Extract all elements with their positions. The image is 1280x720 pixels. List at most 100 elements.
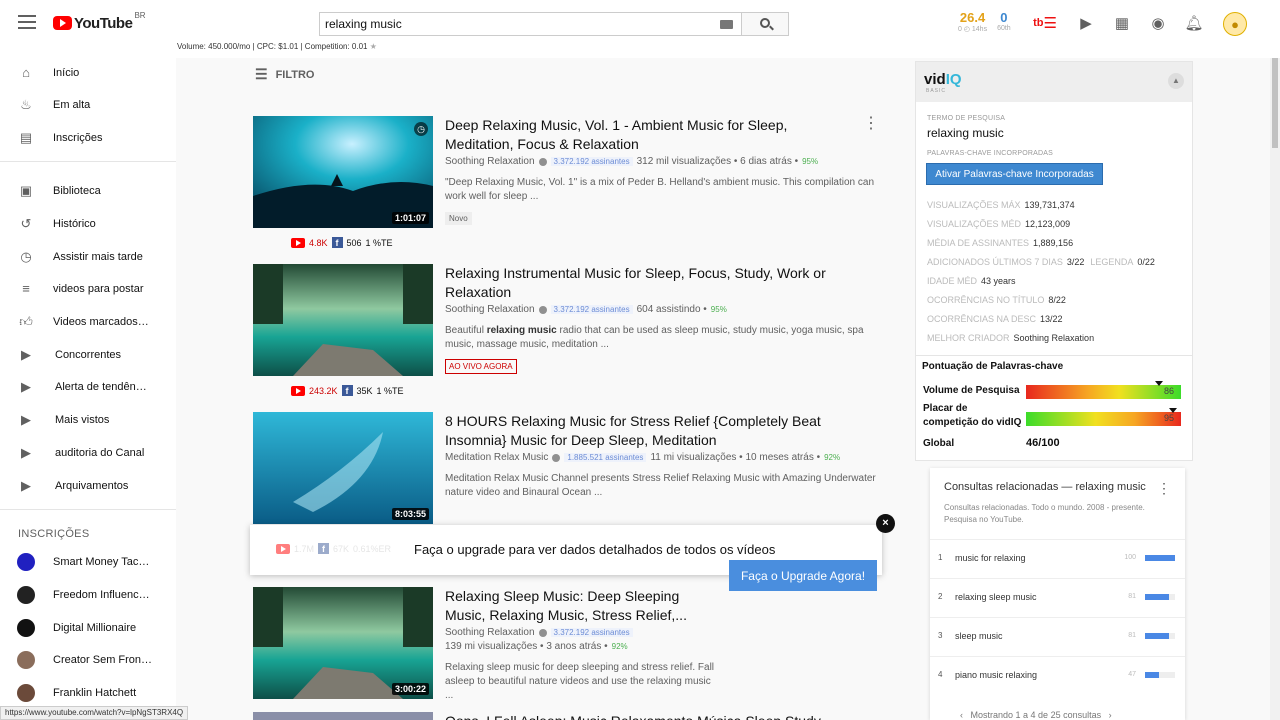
sidebar-item-playlist[interactable]: ▶ Mais vistos — [0, 405, 176, 435]
apps-grid-icon[interactable]: ▦ — [1112, 14, 1132, 32]
keyword-score-title: Pontuação de Palavras-chave — [922, 361, 1064, 372]
close-icon[interactable]: × — [876, 514, 895, 533]
stat-row: OCORRÊNCIAS NO TÍTULO 8/22 — [927, 295, 1066, 305]
subscription-channel[interactable]: Franklin Hatchett — [0, 678, 176, 708]
playlist-play-icon: ▶ — [21, 412, 31, 427]
search-button[interactable] — [741, 12, 789, 36]
sidebar-item-playlist[interactable]: ▶ Concorrentes — [0, 340, 176, 370]
video-thumbnail[interactable] — [253, 712, 433, 720]
live-badge: AO VIVO AGORA — [445, 359, 517, 374]
scrollbar-thumb[interactable] — [1272, 58, 1278, 148]
score-primary[interactable]: 26.4 0 ◴ 14hs — [958, 10, 987, 33]
facebook-icon: f — [341, 385, 353, 396]
video-title[interactable]: Oops, I Fell Asleep: Music Relaxamento M… — [445, 712, 845, 720]
playlist-play-icon: ▶ — [21, 478, 31, 493]
stat-row: VISUALIZAÇÕES MÉD 12,123,009 — [927, 219, 1070, 229]
youtube-likes: 4.8K — [309, 237, 328, 248]
sidebar-item-history[interactable]: ↺ Histórico — [0, 209, 176, 239]
page-scrollbar[interactable] — [1270, 58, 1280, 720]
score-secondary[interactable]: 0 60th — [997, 10, 1011, 33]
new-badge: Novo — [445, 212, 472, 225]
video-duration: 1:01:07 — [391, 212, 429, 224]
stat-value: 43 years — [981, 276, 1016, 286]
filter-button[interactable]: ☰ FILTRO — [255, 66, 314, 83]
video-description: Relaxing sleep music for deep sleeping a… — [445, 662, 715, 701]
related-query-row[interactable]: 2 relaxing sleep music 81 — [930, 578, 1185, 617]
query-bar — [1145, 633, 1175, 639]
query-text: music for relaxing — [955, 553, 1026, 563]
prev-page-icon[interactable]: ‹ — [960, 710, 963, 720]
like-ratio: 92% — [611, 642, 628, 651]
more-options-icon[interactable]: ⋮ — [1157, 480, 1171, 497]
sidebar-item-home[interactable]: ⌂ Início — [0, 58, 176, 88]
video-duration: 3:00:22 — [391, 683, 429, 695]
messages-icon[interactable]: ◉ — [1148, 14, 1168, 32]
views-age: 139 mi visualizações • 3 anos atrás • — [445, 641, 608, 652]
sidebar-item-library[interactable]: ▣ Biblioteca — [0, 176, 176, 206]
sidebar-item-playlist[interactable]: ▶ auditoria do Canal — [0, 438, 176, 468]
subscriptions-header: INSCRIÇÕES — [18, 528, 90, 540]
sidebar-item-playlist[interactable]: ▶ Alerta de tendên… — [0, 372, 176, 402]
keyword-stats-text: Volume: 450.000/mo | CPC: $1.01 | Compet… — [177, 42, 368, 51]
sidebar-item-watch-later[interactable]: ◷ Assistir mais tarde — [0, 242, 176, 272]
video-meta: Soothing Relaxation 3.372.192 assinantes 3… — [445, 156, 818, 167]
related-query-row[interactable]: 3 sleep music 81 — [930, 617, 1185, 656]
channel-avatar — [17, 651, 35, 669]
video-thumbnail[interactable]: ◷ 1:01:07 — [253, 116, 433, 228]
upgrade-banner: 1.7M f 67K 0.61%ER Faça o upgrade para ver … — [250, 514, 895, 591]
channel-name[interactable]: Meditation Relax Music — [445, 452, 548, 463]
video-title[interactable]: Relaxing Sleep Music: Deep Sleeping Musi… — [445, 587, 705, 625]
keyboard-icon[interactable] — [720, 20, 733, 29]
search-term: relaxing music — [927, 126, 1004, 140]
channel-name[interactable]: Soothing Relaxation — [445, 304, 535, 315]
video-title[interactable]: 8 HOURS Relaxing Music for Stress Relief… — [445, 412, 845, 450]
playlist-play-icon: ▶ — [21, 379, 31, 394]
star-icon[interactable]: ★ — [370, 42, 377, 51]
subscription-channel[interactable]: Freedom Influenc… — [0, 580, 176, 610]
sidebar-item-liked[interactable]: 👍︎ Videos marcados… — [0, 307, 176, 337]
query-text: sleep music — [955, 631, 1003, 641]
video-thumbnail[interactable] — [253, 264, 433, 376]
sidebar-item-playlist-post[interactable]: ≡ videos para postar — [0, 274, 176, 304]
query-bar-fill — [1145, 672, 1160, 678]
related-query-row[interactable]: 4 piano music relaxing 47 — [930, 656, 1185, 695]
sidebar-item-label: Creator Sem Fron… — [53, 654, 153, 666]
stat-value: 8/22 — [1048, 295, 1066, 305]
collapse-icon[interactable]: ▲ — [1168, 73, 1184, 89]
watch-later-icon[interactable]: ◷ — [414, 122, 428, 136]
account-avatar[interactable]: ● — [1223, 12, 1247, 36]
video-result: ◷ 1:01:07 Deep Relaxing Music, Vol. 1 - … — [253, 116, 883, 256]
video-camera-icon[interactable]: ▶ — [1076, 14, 1096, 32]
video-thumbnail[interactable]: 3:00:22 — [253, 587, 433, 699]
notifications-bell-icon[interactable]: 🔔︎ — [1184, 14, 1204, 32]
sidebar-item-playlist[interactable]: ▶ Arquivamentos — [0, 471, 176, 501]
sidebar-item-trending[interactable]: ♨ Em alta — [0, 90, 176, 120]
video-thumbnail[interactable]: 8:03:55 — [253, 412, 433, 524]
stat-label: VISUALIZAÇÕES MÉD — [927, 219, 1022, 229]
logo-part: vid — [924, 71, 946, 88]
video-meta: Soothing Relaxation 3.372.192 assinantes 6… — [445, 304, 727, 315]
video-meta: 139 mi visualizações • 3 anos atrás • 92% — [445, 641, 628, 652]
upgrade-button[interactable]: Faça o Upgrade Agora! — [729, 560, 877, 591]
sidebar-item-subscriptions[interactable]: ▤ Inscrições — [0, 123, 176, 153]
channel-name[interactable]: Soothing Relaxation — [445, 627, 535, 638]
video-title[interactable]: Relaxing Instrumental Music for Sleep, F… — [445, 264, 845, 302]
search-input[interactable] — [320, 13, 700, 35]
sidebar-item-label: Freedom Influenc… — [53, 589, 150, 601]
enable-embedded-keywords-button[interactable]: Ativar Palavras-chave Incorporadas — [926, 163, 1103, 185]
menu-icon[interactable] — [18, 15, 36, 29]
stat-row: ADICIONADOS ÚLTIMOS 7 DIAS 3/22 LEGENDA 0/2… — [927, 257, 1155, 267]
related-query-row[interactable]: 1 music for relaxing 100 — [930, 539, 1185, 578]
subscription-channel[interactable]: Digital Millionaire — [0, 613, 176, 643]
next-page-icon[interactable]: › — [1109, 710, 1112, 720]
competition-bar: 95 — [1026, 408, 1181, 426]
youtube-logo[interactable]: YouTube BR — [53, 11, 146, 33]
subscription-channel[interactable]: Creator Sem Fron… — [0, 645, 176, 675]
channel-name[interactable]: Soothing Relaxation — [445, 156, 535, 167]
video-title[interactable]: Deep Relaxing Music, Vol. 1 - Ambient Mu… — [445, 116, 845, 154]
sidebar-item-label: videos para postar — [53, 283, 144, 295]
tubebuddy-icon[interactable]: tb ☰ — [1030, 14, 1060, 32]
term-label: TERMO DE PESQUISA — [927, 115, 1006, 122]
subscription-channel[interactable]: Smart Money Tac… — [0, 547, 176, 577]
more-actions-icon[interactable]: ⋮ — [863, 116, 879, 132]
